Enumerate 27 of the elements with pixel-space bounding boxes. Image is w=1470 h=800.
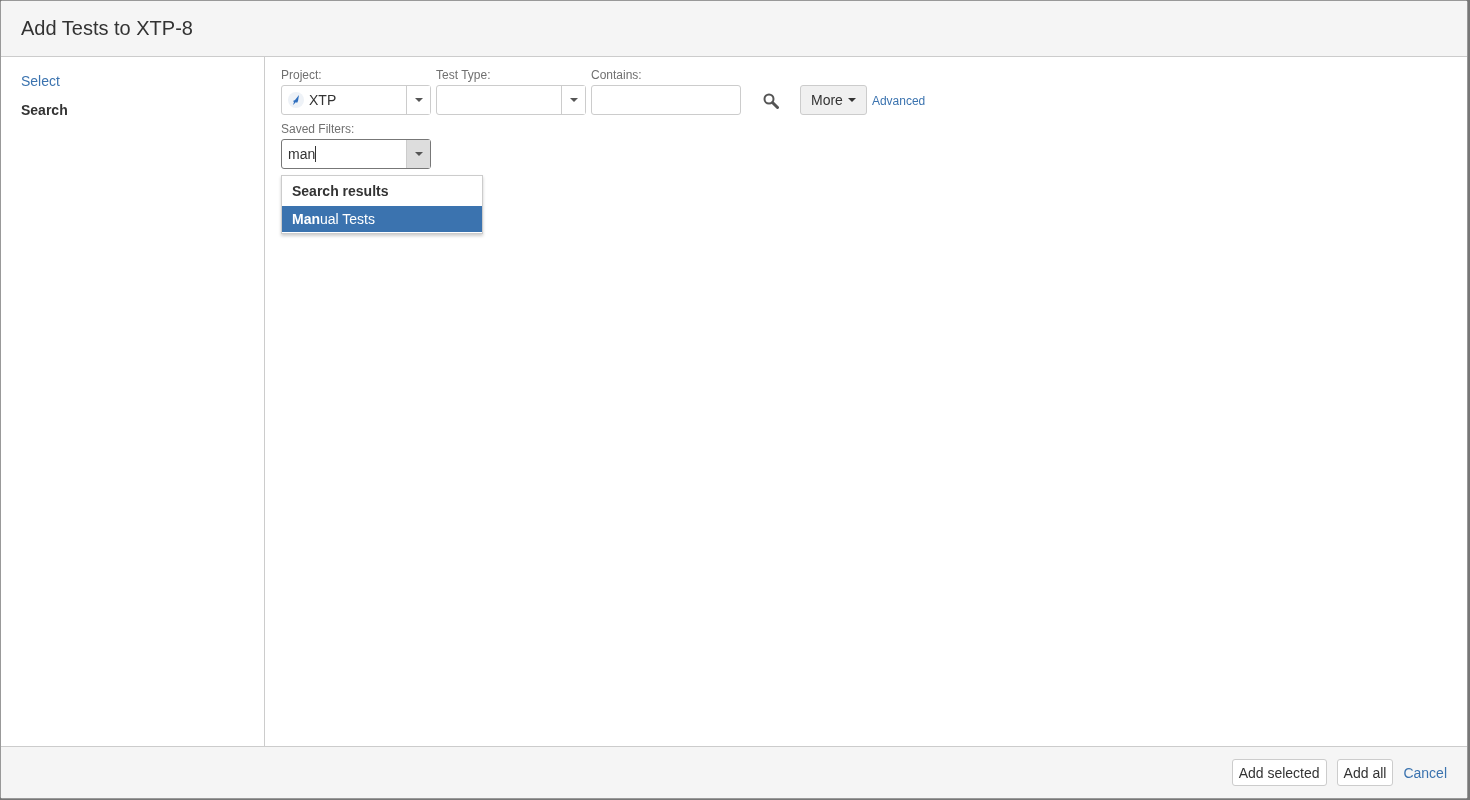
caret-icon <box>414 98 423 102</box>
footer-button[interactable]: Add all <box>1336 759 1394 786</box>
sidebar-item[interactable]: Search <box>21 102 68 118</box>
test-type-select[interactable] <box>436 85 586 115</box>
rocket-icon <box>288 92 304 108</box>
footer-button[interactable]: Add selected <box>1231 759 1327 786</box>
caret-icon <box>847 98 856 102</box>
text-cursor <box>315 146 317 162</box>
field-label: Test Type: <box>436 68 492 82</box>
cancel-link[interactable]: Cancel <box>1403 764 1447 781</box>
caret-icon <box>414 152 423 156</box>
select-value: XTP <box>309 92 337 108</box>
saved-filters-select[interactable]: man <box>281 139 431 169</box>
dropdown-option[interactable]: Manual Tests <box>282 206 482 232</box>
advanced-link[interactable]: Advanced <box>871 94 926 108</box>
more-button[interactable]: More <box>800 85 867 115</box>
dialog-title: Add Tests to XTP-8 <box>21 17 193 40</box>
caret-icon <box>569 98 578 102</box>
field-label: Saved Filters: <box>281 122 356 136</box>
contains-input[interactable] <box>591 85 741 115</box>
project-select[interactable]: XTP <box>281 85 431 115</box>
sidebar-item[interactable]: Select <box>21 73 60 89</box>
input-value: man <box>288 146 316 162</box>
field-label: Project: <box>281 68 323 82</box>
dropdown-heading: Search results <box>291 182 390 201</box>
search-icon[interactable] <box>763 93 779 109</box>
field-label: Contains: <box>591 68 643 82</box>
